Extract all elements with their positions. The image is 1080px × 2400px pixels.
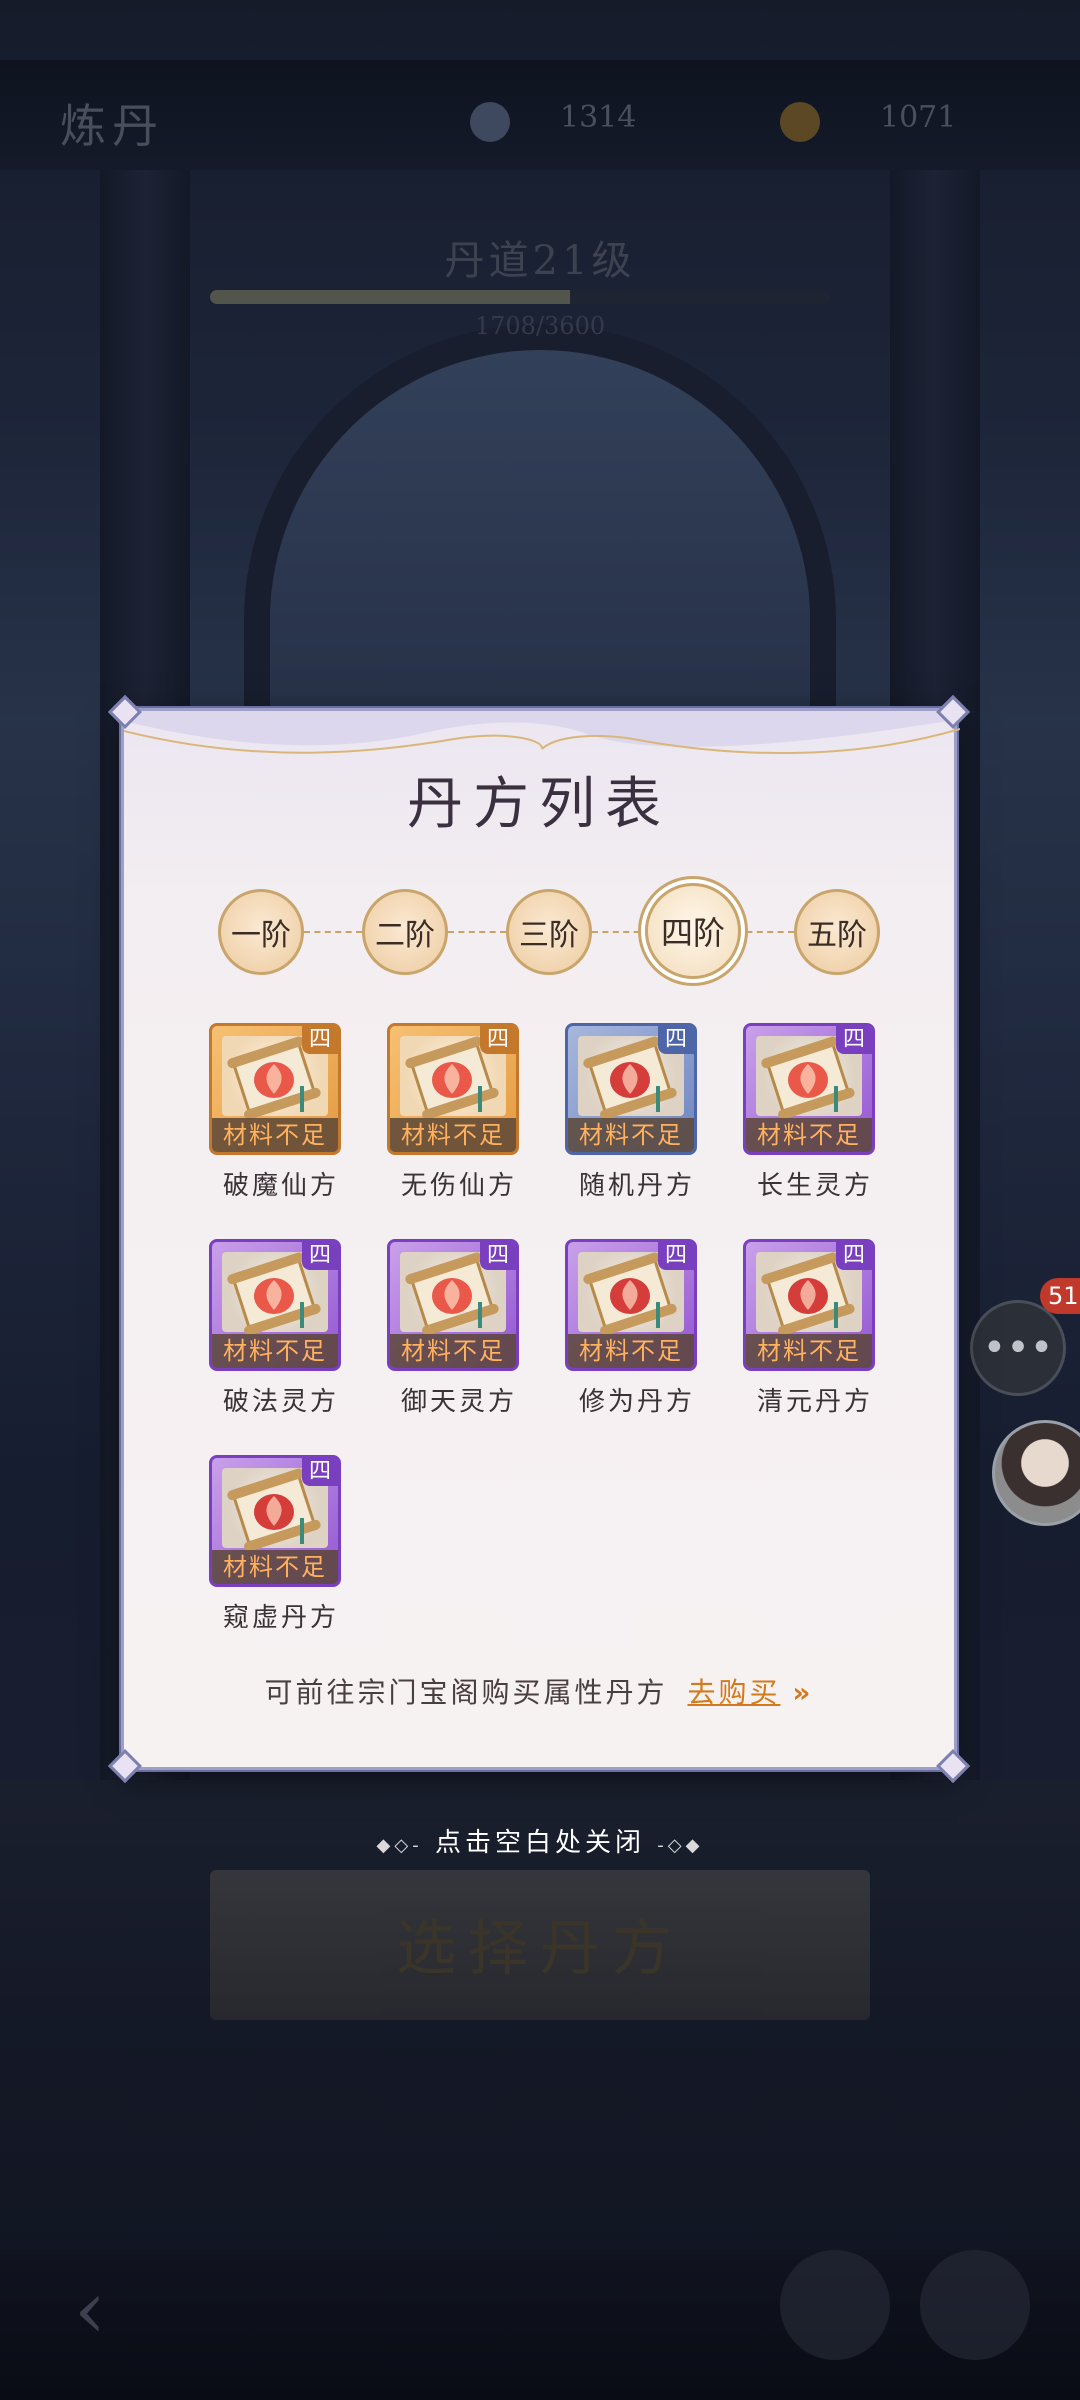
tier-tag: 四: [658, 1242, 694, 1270]
tier-connector: [448, 931, 506, 935]
recipe-card[interactable]: 四材料不足: [209, 1023, 341, 1155]
tier-connector: [736, 931, 794, 935]
insufficient-materials-label: 材料不足: [568, 1334, 694, 1368]
tier-tag: 四: [836, 1242, 872, 1270]
tier-tag: 四: [302, 1242, 338, 1270]
insufficient-materials-label: 材料不足: [390, 1118, 516, 1152]
insufficient-materials-label: 材料不足: [390, 1334, 516, 1368]
chat-bubble-icon: •••: [982, 1325, 1054, 1371]
insufficient-materials-label: 材料不足: [212, 1550, 338, 1584]
recipe-card[interactable]: 四材料不足: [387, 1023, 519, 1155]
tier-tag: 四: [302, 1026, 338, 1054]
tab-tier-4[interactable]: 四阶: [645, 883, 741, 979]
buy-link[interactable]: 去购买: [687, 1676, 780, 1709]
chat-button[interactable]: •••: [970, 1300, 1066, 1396]
recipe-name: 窥虚丹方: [222, 1603, 339, 1633]
recipe-card[interactable]: 四材料不足: [387, 1239, 519, 1371]
recipe-card[interactable]: 四材料不足: [209, 1239, 341, 1371]
recipe-name: 清元丹方: [756, 1387, 873, 1417]
tier-tabs: 一阶 二阶 三阶 四阶 五阶: [214, 883, 880, 979]
insufficient-materials-label: 材料不足: [746, 1334, 872, 1368]
modal-title: 丹方列表: [407, 772, 671, 837]
diamond-ornament-icon: -◇◆: [657, 1835, 704, 1856]
recipe-list-modal: 丹方列表 一阶 二阶 三阶 四阶 五阶 四材料不足 破魔仙方四材料不足 无伤仙方四材料不足随…: [108, 695, 970, 1783]
close-hint: ◆◇- 点击空白处关闭 -◇◆: [0, 1822, 1080, 1859]
tier-tag: 四: [480, 1242, 516, 1270]
double-chevron-right-icon[interactable]: »: [792, 1676, 813, 1709]
recipe-name: 无伤仙方: [400, 1171, 517, 1201]
recipe-card[interactable]: 四材料不足: [209, 1455, 341, 1587]
recipe-name: 破魔仙方: [222, 1171, 339, 1201]
recipe-name: 御天灵方: [400, 1387, 517, 1417]
diamond-ornament-icon: ◆◇-: [376, 1835, 423, 1856]
recipe-name: 长生灵方: [756, 1171, 873, 1201]
recipe-card[interactable]: 四材料不足: [743, 1023, 875, 1155]
chat-unread-badge: 51: [1040, 1278, 1080, 1314]
recipe-name: 修为丹方: [578, 1387, 695, 1417]
insufficient-materials-label: 材料不足: [212, 1118, 338, 1152]
tab-tier-1[interactable]: 一阶: [218, 889, 304, 975]
tier-tag: 四: [480, 1026, 516, 1054]
footer-tip: 可前往宗门宝阁购买属性丹方 去购买 »: [124, 1671, 954, 1711]
insufficient-materials-label: 材料不足: [568, 1118, 694, 1152]
recipe-name: 随机丹方: [578, 1171, 695, 1201]
tab-tier-2[interactable]: 二阶: [362, 889, 448, 975]
recipe-card[interactable]: 四材料不足: [565, 1023, 697, 1155]
insufficient-materials-label: 材料不足: [746, 1118, 872, 1152]
tier-connector: [592, 931, 650, 935]
recipe-card[interactable]: 四材料不足: [743, 1239, 875, 1371]
tier-tag: 四: [302, 1458, 338, 1486]
close-hint-text: 点击空白处关闭: [434, 1828, 645, 1858]
tier-tag: 四: [836, 1026, 872, 1054]
insufficient-materials-label: 材料不足: [212, 1334, 338, 1368]
recipe-card[interactable]: 四材料不足: [565, 1239, 697, 1371]
tier-tag: 四: [658, 1026, 694, 1054]
footer-text: 可前往宗门宝阁购买属性丹方: [264, 1676, 668, 1709]
recipe-name: 破法灵方: [222, 1387, 339, 1417]
tab-tier-5[interactable]: 五阶: [794, 889, 880, 975]
tier-connector: [304, 931, 362, 935]
tab-tier-3[interactable]: 三阶: [506, 889, 592, 975]
